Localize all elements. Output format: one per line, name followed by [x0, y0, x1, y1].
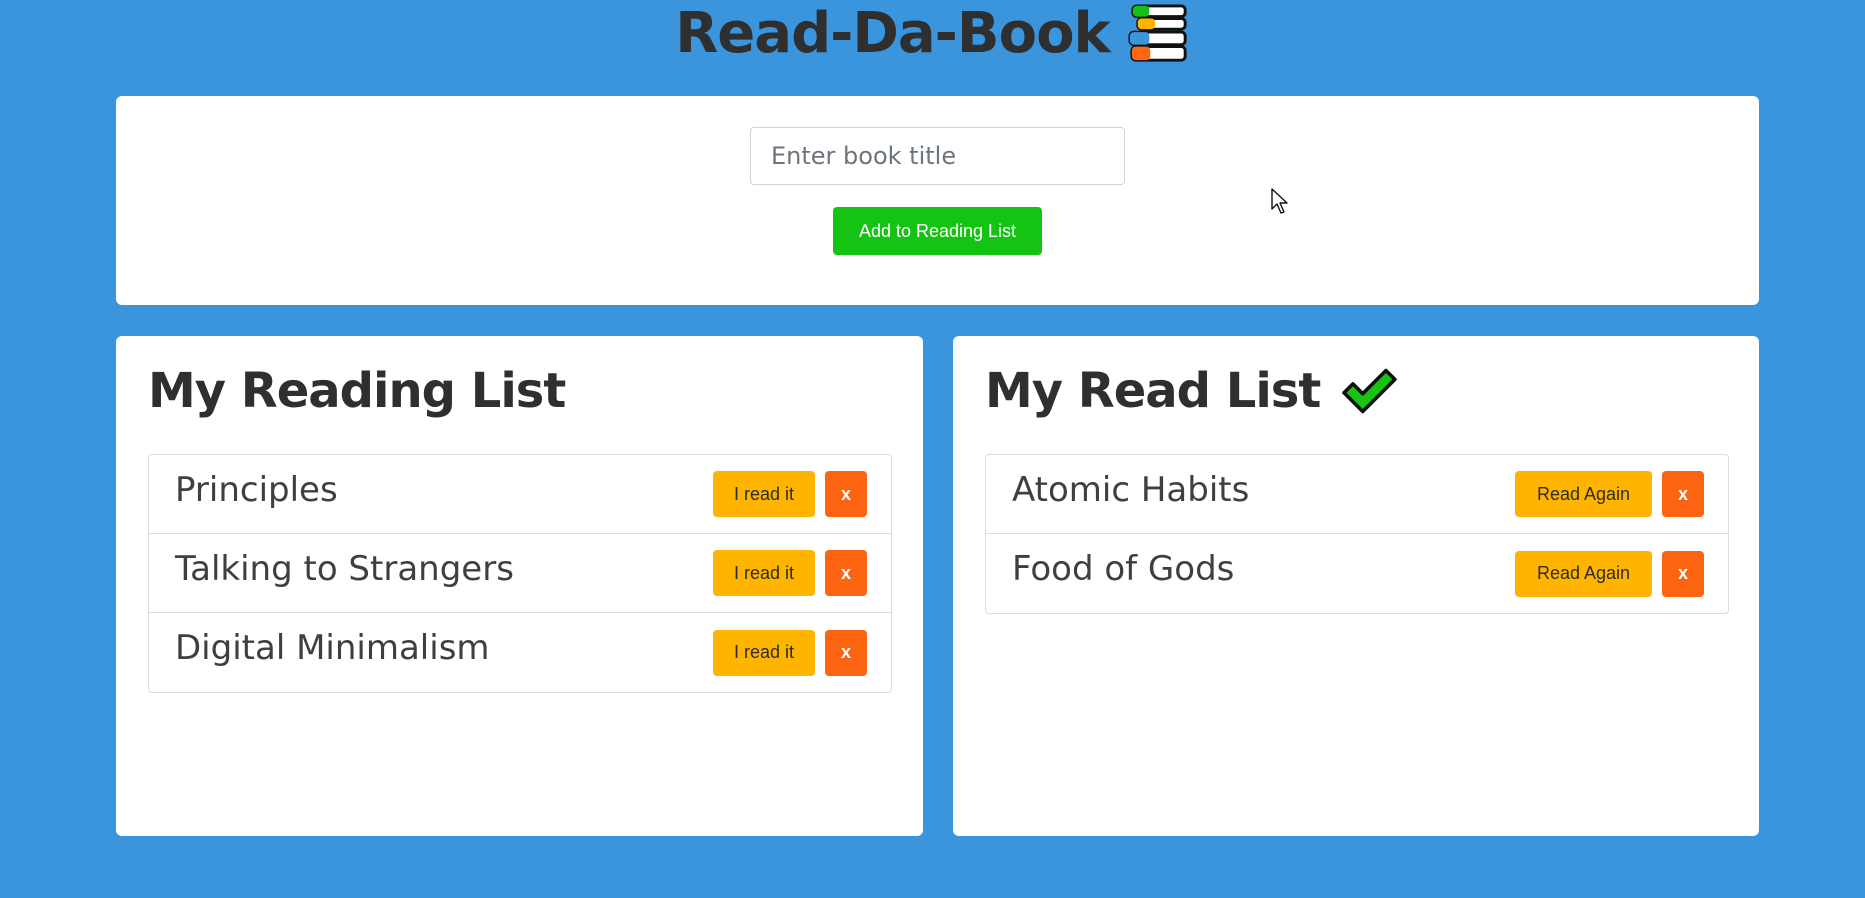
- remove-book-button[interactable]: x: [825, 550, 867, 596]
- read-list-heading-text: My Read List: [985, 363, 1321, 419]
- read-list-item: Food of Gods Read Again x: [986, 534, 1728, 613]
- book-title: Talking to Strangers: [175, 548, 514, 589]
- reading-list-item: Talking to Strangers I read it x: [149, 534, 891, 613]
- book-actions: I read it x: [713, 471, 867, 517]
- book-actions: I read it x: [713, 629, 867, 676]
- book-title: Atomic Habits: [1012, 469, 1250, 510]
- read-again-button[interactable]: Read Again: [1515, 550, 1652, 597]
- remove-book-button[interactable]: x: [1662, 550, 1704, 597]
- book-actions: Read Again x: [1515, 550, 1704, 597]
- app-header: Read-Da-Book: [0, 0, 1865, 68]
- mark-read-button[interactable]: I read it: [713, 629, 815, 676]
- book-title: Digital Minimalism: [175, 628, 490, 668]
- remove-book-button[interactable]: x: [825, 629, 867, 676]
- remove-book-button[interactable]: x: [1662, 471, 1704, 517]
- read-again-button[interactable]: Read Again: [1515, 471, 1652, 517]
- reading-list-item: Principles I read it x: [149, 455, 891, 534]
- read-list-card: My Read List Atomic Habits Read Again x …: [953, 336, 1759, 836]
- book-actions: I read it x: [713, 550, 867, 596]
- reading-list-heading: My Reading List: [148, 361, 566, 421]
- reading-list-card: My Reading List Principles I read it x T…: [116, 336, 923, 836]
- remove-book-button[interactable]: x: [825, 471, 867, 517]
- mark-read-button[interactable]: I read it: [713, 550, 815, 596]
- app-title: Read-Da-Book: [675, 1, 1111, 66]
- reading-list-heading-text: My Reading List: [148, 363, 566, 419]
- read-list-item: Atomic Habits Read Again x: [986, 455, 1728, 534]
- read-list-heading: My Read List: [985, 361, 1398, 421]
- book-title: Food of Gods: [1012, 549, 1235, 589]
- reading-list-item: Digital Minimalism I read it x: [149, 613, 891, 692]
- book-title-input[interactable]: [750, 127, 1125, 185]
- book-entry-card: Add to Reading List: [116, 96, 1759, 305]
- books-icon: [1128, 4, 1187, 62]
- book-title: Principles: [175, 469, 338, 510]
- checkmark-icon: [1342, 368, 1397, 414]
- reading-list: Principles I read it x Talking to Strang…: [148, 454, 892, 693]
- book-actions: Read Again x: [1515, 471, 1704, 517]
- cursor-icon: [1271, 188, 1288, 214]
- add-to-reading-list-button[interactable]: Add to Reading List: [833, 207, 1042, 255]
- mark-read-button[interactable]: I read it: [713, 471, 815, 517]
- read-list: Atomic Habits Read Again x Food of Gods …: [985, 454, 1729, 614]
